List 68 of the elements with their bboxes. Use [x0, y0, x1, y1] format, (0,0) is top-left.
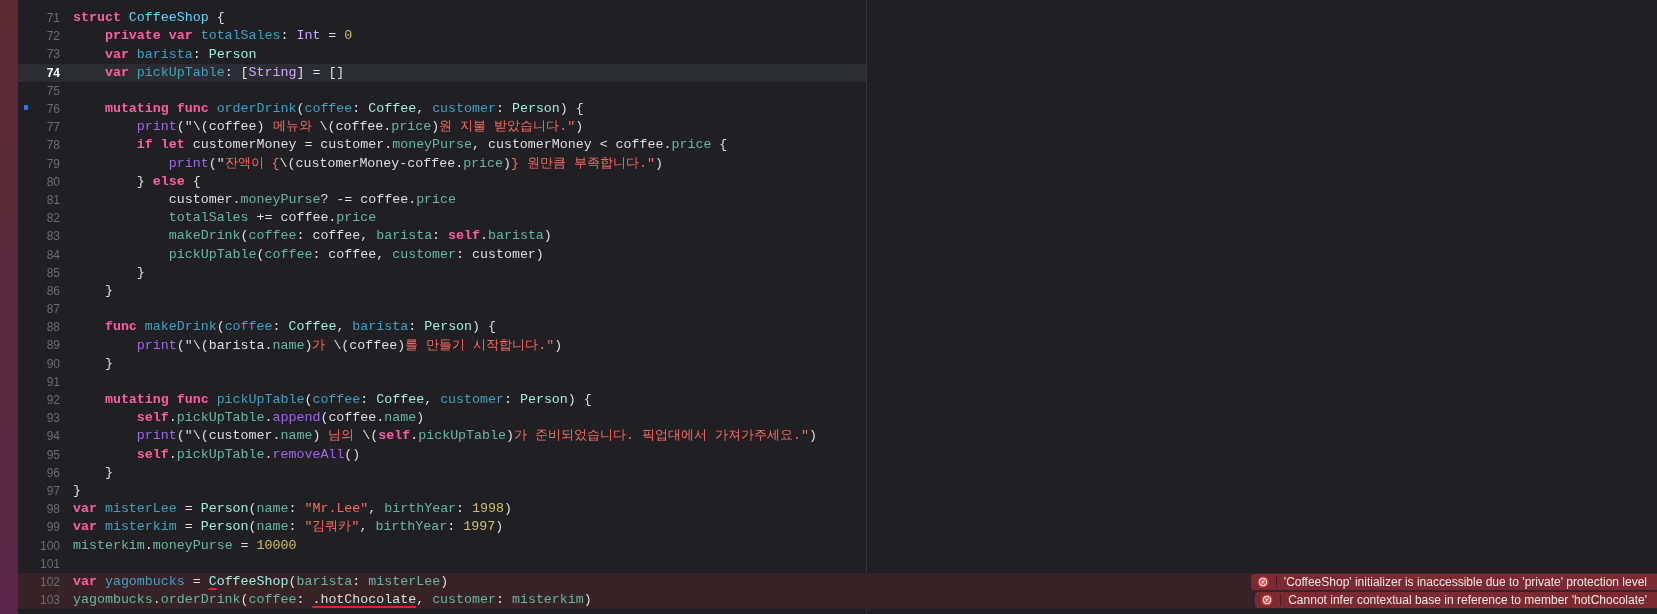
line-number: 89 — [46, 337, 60, 355]
line-number: 101 — [39, 555, 60, 573]
code-line: pickUpTable(coffee: coffee, customer: customer) — [167, 245, 544, 264]
line-number: 92 — [46, 392, 60, 410]
code-line: totalSales += coffee.price — [167, 209, 377, 228]
line-number: 96 — [46, 464, 60, 482]
line-number: 98 — [46, 501, 60, 519]
line-number: 80 — [46, 173, 60, 191]
line-number: 79 — [46, 155, 60, 173]
code-line: yagombucks.orderDrink(coffee: .hotChocolate, customer: misterkim) — [73, 591, 592, 610]
line-number: 84 — [46, 246, 60, 264]
line-number: 77 — [46, 119, 60, 137]
line-number: 74 — [46, 64, 60, 82]
line-number: 97 — [46, 482, 60, 500]
line-number: 82 — [46, 210, 60, 228]
code-line: print("\(customer.name) 님의 \(self.pickUpTable)가 준비되었습니다. 픽업대에서 가져가주세요.") — [135, 427, 817, 446]
line-number: 100 — [39, 537, 60, 555]
code-line: } else { — [135, 172, 201, 191]
line-number: 90 — [46, 355, 60, 373]
line-number: 91 — [46, 373, 60, 391]
code-line: var barista: Person — [103, 45, 257, 64]
code-line: makeDrink(coffee: coffee, barista: self.barista) — [167, 227, 552, 246]
line-number: 76 — [46, 101, 60, 119]
error-icon — [1261, 594, 1274, 607]
code-line: } — [103, 463, 113, 482]
code-line: } — [103, 281, 113, 300]
code-line: struct CoffeeShop { — [73, 9, 225, 28]
code-line: self.pickUpTable.append(coffee.name) — [135, 409, 425, 428]
code-line: var pickUpTable: [String] = [] — [103, 63, 345, 82]
line-number: 78 — [46, 137, 60, 155]
line-number: 87 — [46, 301, 60, 319]
code-line: print("\(barista.name)가 \(coffee)를 만들기 시작합니다.") — [135, 336, 563, 355]
code-line: var misterLee = Person(name: "Mr.Lee", birthYear: 1998) — [73, 500, 512, 519]
code-line: print("잔액이 {\(customerMoney-coffee.price)} 원만큼 부족합니다.") — [167, 154, 663, 173]
line-number: 103 — [39, 592, 60, 610]
line-number: 72 — [46, 28, 60, 46]
line-number: 95 — [46, 446, 60, 464]
line-number: 88 — [46, 319, 60, 337]
code-line: var misterkim = Person(name: "김쿼카", birthYear: 1997) — [73, 518, 504, 537]
line-number: 102 — [39, 573, 60, 591]
code-line: customer.moneyPurse? -= coffee.price — [167, 191, 457, 209]
error-banner[interactable]: 'CoffeeShop' initializer is inaccessible due to 'private' protection level — [1250, 573, 1657, 590]
code-line: mutating func pickUpTable(coffee: Coffee, customer: Person) { — [103, 391, 592, 410]
code-line: if let customerMoney = customer.moneyPurse, customerMoney < coffee.price { — [135, 136, 728, 155]
line-number: 75 — [46, 82, 60, 100]
error-text: 'CoffeeShop' initializer is inaccessible due to 'private' protection level — [1283, 573, 1647, 591]
code-line: var yagombucks = CoffeeShop(barista: misterLee) — [73, 572, 449, 591]
line-number: 94 — [46, 428, 60, 446]
line-number: 86 — [46, 282, 60, 300]
line-number: 99 — [46, 519, 60, 537]
error-icon — [1256, 575, 1269, 588]
code-line: self.pickUpTable.removeAll() — [135, 445, 361, 464]
line-number: 83 — [46, 228, 60, 246]
line-number: 73 — [46, 46, 60, 64]
line-number: 93 — [46, 410, 60, 428]
line-number: 81 — [46, 191, 60, 209]
code-line: print("\(coffee) 메뉴와 \(coffee.price)원 지불 받았습니다.") — [135, 118, 584, 137]
error-text: Cannot infer contextual base in reference to member 'hotChocolate' — [1288, 592, 1647, 610]
code-line: func makeDrink(coffee: Coffee, barista: Person) { — [103, 318, 497, 337]
code-line: } — [135, 263, 145, 282]
error-banner[interactable]: Cannot infer contextual base in reference to member 'hotChocolate' — [1255, 592, 1657, 609]
code-line: misterkim.moneyPurse = 10000 — [73, 536, 297, 555]
code-line: } — [103, 354, 113, 373]
code-line: } — [73, 482, 81, 500]
line-number: 85 — [46, 264, 60, 282]
code-line: private var totalSales: Int = 0 — [103, 27, 353, 46]
code-line: mutating func orderDrink(coffee: Coffee, customer: Person) { — [103, 100, 584, 119]
line-number: 71 — [46, 10, 60, 28]
